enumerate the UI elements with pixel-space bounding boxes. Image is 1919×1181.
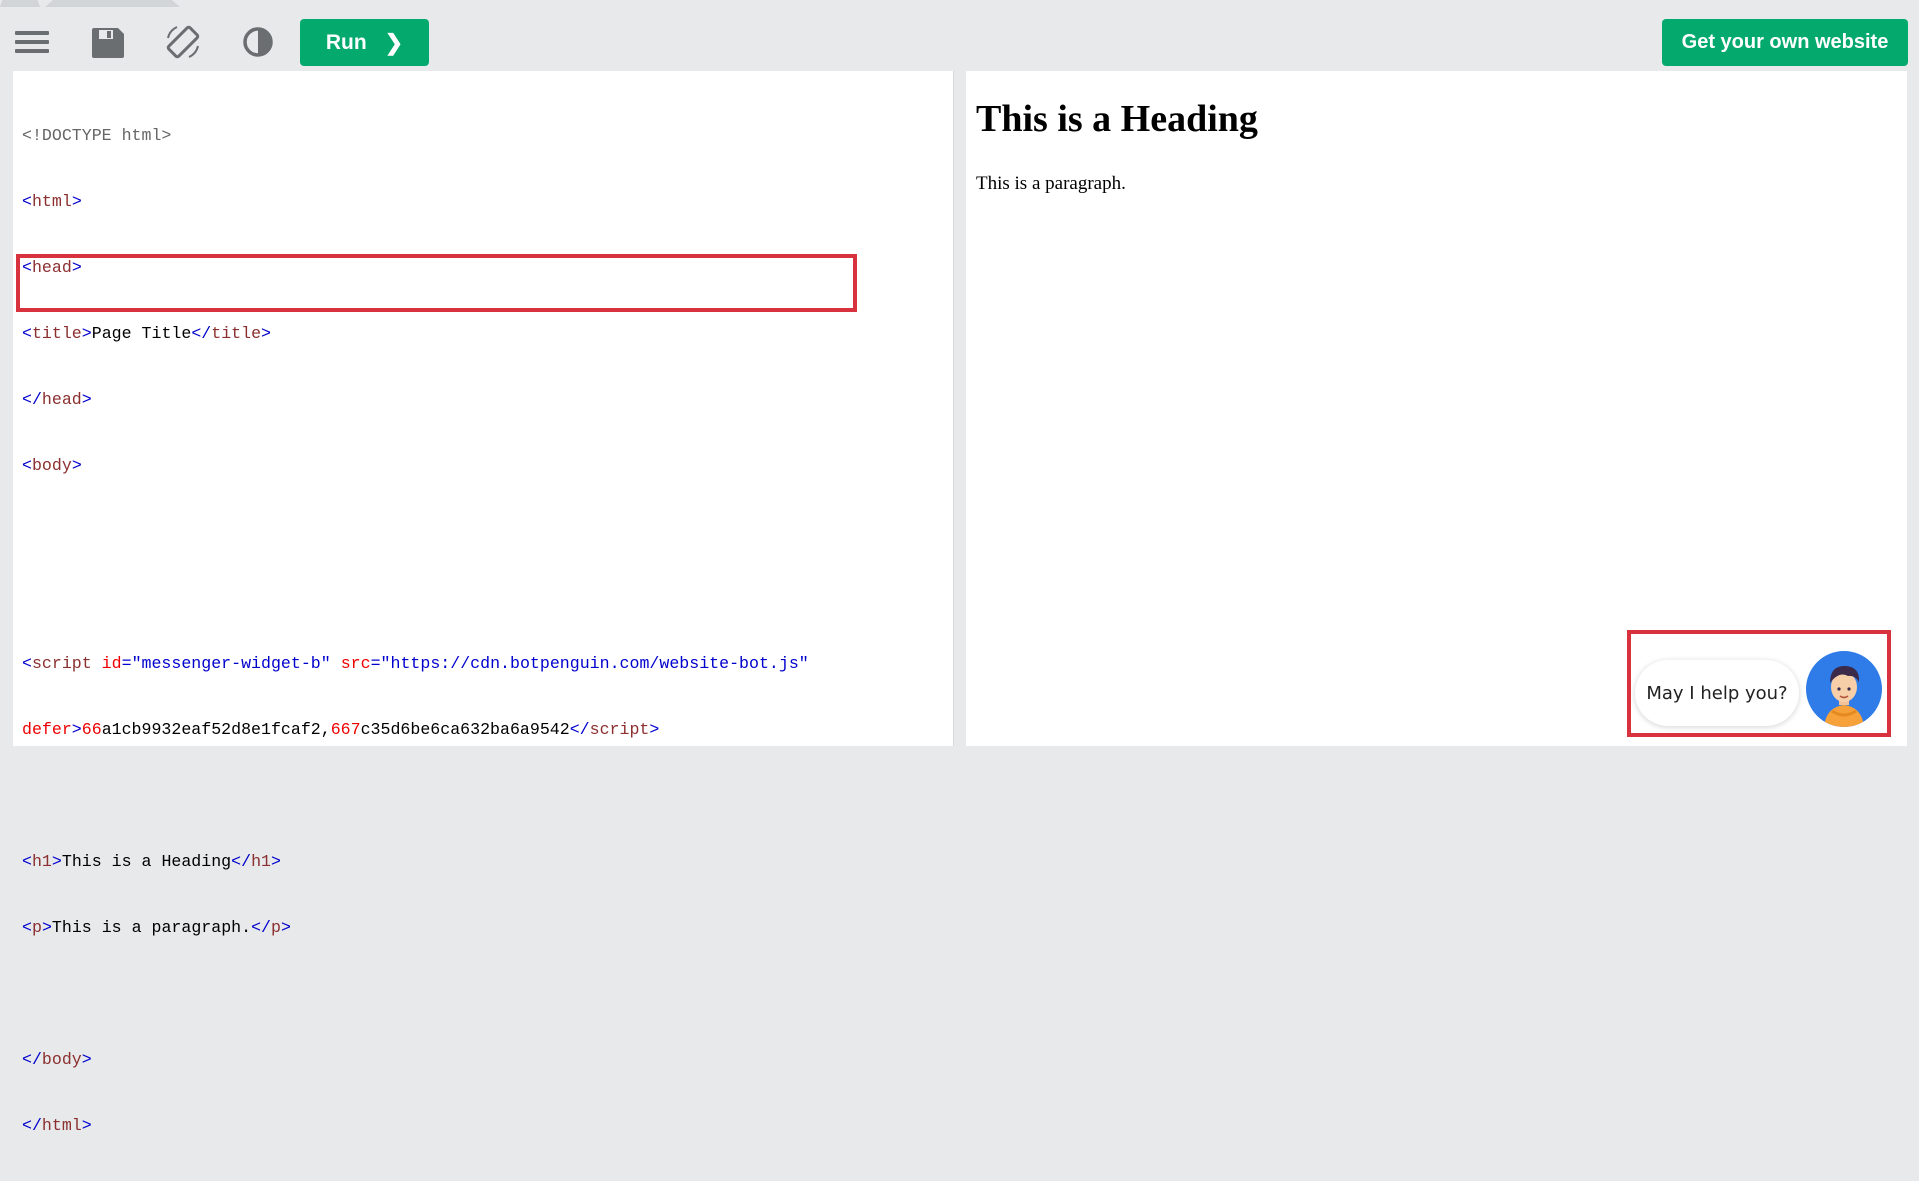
code-line: <!DOCTYPE html> — [22, 125, 809, 147]
code-token: < — [22, 654, 32, 673]
right-gutter — [1907, 71, 1919, 746]
code-token: This is a Heading — [61, 852, 232, 871]
code-token: 66 — [81, 720, 102, 739]
code-line: <body> — [22, 455, 809, 477]
code-token: = — [121, 654, 132, 673]
code-token: script — [31, 654, 92, 673]
code-token: This is a paragraph. — [51, 918, 252, 937]
code-token: < — [22, 852, 32, 871]
code-line: </html> — [22, 1115, 809, 1137]
chat-bubble-text: May I help you? — [1646, 682, 1788, 704]
code-token: body — [31, 456, 72, 475]
code-token: > — [649, 720, 660, 739]
code-token: Page Title — [91, 324, 192, 343]
code-token: > — [81, 324, 92, 343]
code-token: "https://cdn.botpenguin.com/website-bot.… — [380, 654, 809, 673]
code-token: html — [31, 192, 72, 211]
code-token: 667 — [330, 720, 361, 739]
code-line-script: <script id="messenger-widget-b" src="htt… — [22, 653, 809, 675]
code-token: title — [211, 324, 262, 343]
code-token: </ — [22, 390, 42, 409]
code-token: < — [22, 192, 32, 211]
code-token: </ — [191, 324, 212, 343]
menu-icon[interactable] — [13, 24, 53, 60]
code-token: </ — [569, 720, 590, 739]
code-token: script — [589, 720, 650, 739]
code-token: body — [41, 1050, 82, 1069]
code-token: < — [22, 918, 32, 937]
code-editor[interactable]: <!DOCTYPE html> <html> <head> <title>Pag… — [13, 71, 954, 1135]
toolbar: Run ❯ Get your own website — [0, 14, 1919, 70]
get-own-website-button[interactable]: Get your own website — [1662, 19, 1908, 66]
preview-heading: This is a Heading — [976, 98, 1258, 140]
code-token: < — [22, 324, 32, 343]
code-token: <!DOCTYPE html> — [22, 126, 172, 145]
code-token: > — [71, 258, 82, 277]
code-line: </body> — [22, 1049, 809, 1071]
code-token: </ — [251, 918, 271, 937]
pane-divider[interactable] — [954, 71, 966, 746]
code-token: head — [31, 258, 72, 277]
chat-bubble[interactable]: May I help you? — [1635, 660, 1799, 726]
code-token: > — [271, 852, 281, 871]
code-token: </ — [22, 1116, 42, 1135]
code-token: p — [271, 918, 281, 937]
theme-contrast-icon[interactable] — [238, 24, 278, 60]
tab[interactable] — [45, 0, 180, 7]
bot-avatar-icon[interactable] — [1806, 651, 1882, 727]
code-token: h1 — [31, 852, 52, 871]
code-line: <p>This is a paragraph.</p> — [22, 917, 809, 939]
run-button[interactable]: Run ❯ — [300, 19, 429, 66]
code-token: > — [280, 918, 291, 937]
tab[interactable] — [0, 0, 40, 7]
code-token: > — [81, 1050, 92, 1069]
code-token: > — [71, 456, 82, 475]
run-label: Run — [325, 30, 367, 54]
code-token: > — [261, 324, 272, 343]
code-token: > — [41, 918, 52, 937]
code-line: </head> — [22, 389, 809, 411]
code-token: < — [22, 456, 32, 475]
save-icon[interactable] — [88, 24, 128, 60]
tab-strip — [0, 0, 1919, 14]
code-token: </ — [231, 852, 252, 871]
preview-paragraph: This is a paragraph. — [976, 173, 1126, 194]
code-token: > — [81, 390, 92, 409]
code-token: = — [370, 654, 381, 673]
code-token: > — [71, 192, 82, 211]
code-token: id — [91, 654, 122, 673]
code-token: > — [71, 720, 82, 739]
code-token: > — [51, 852, 62, 871]
code-token: c35d6be6ca632ba6a9542 — [360, 720, 570, 739]
code-token: defer — [22, 720, 72, 739]
code-token: > — [81, 1116, 92, 1135]
code-token: head — [41, 390, 82, 409]
chevron-right-icon: ❯ — [384, 29, 404, 55]
code-token: p — [31, 918, 42, 937]
code-line: <title>Page Title</title> — [22, 323, 809, 345]
code-token: title — [31, 324, 82, 343]
code-line: <h1>This is a Heading</h1> — [22, 851, 809, 873]
code-line-script: defer>66a1cb9932eaf52d8e1fcaf2,667c35d6b… — [22, 719, 809, 741]
code-token: a1cb9932eaf52d8e1fcaf2, — [101, 720, 331, 739]
code-token: src — [330, 654, 371, 673]
code-token: "messenger-widget-b" — [131, 654, 331, 673]
code-token: h1 — [251, 852, 271, 871]
code-line: <head> — [22, 257, 809, 279]
code-token: < — [22, 258, 32, 277]
rotate-icon[interactable] — [163, 24, 203, 60]
code-token: </ — [22, 1050, 42, 1069]
code-text[interactable]: <!DOCTYPE html> <html> <head> <title>Pag… — [22, 81, 809, 1181]
code-line: <html> — [22, 191, 809, 213]
code-token: html — [41, 1116, 82, 1135]
